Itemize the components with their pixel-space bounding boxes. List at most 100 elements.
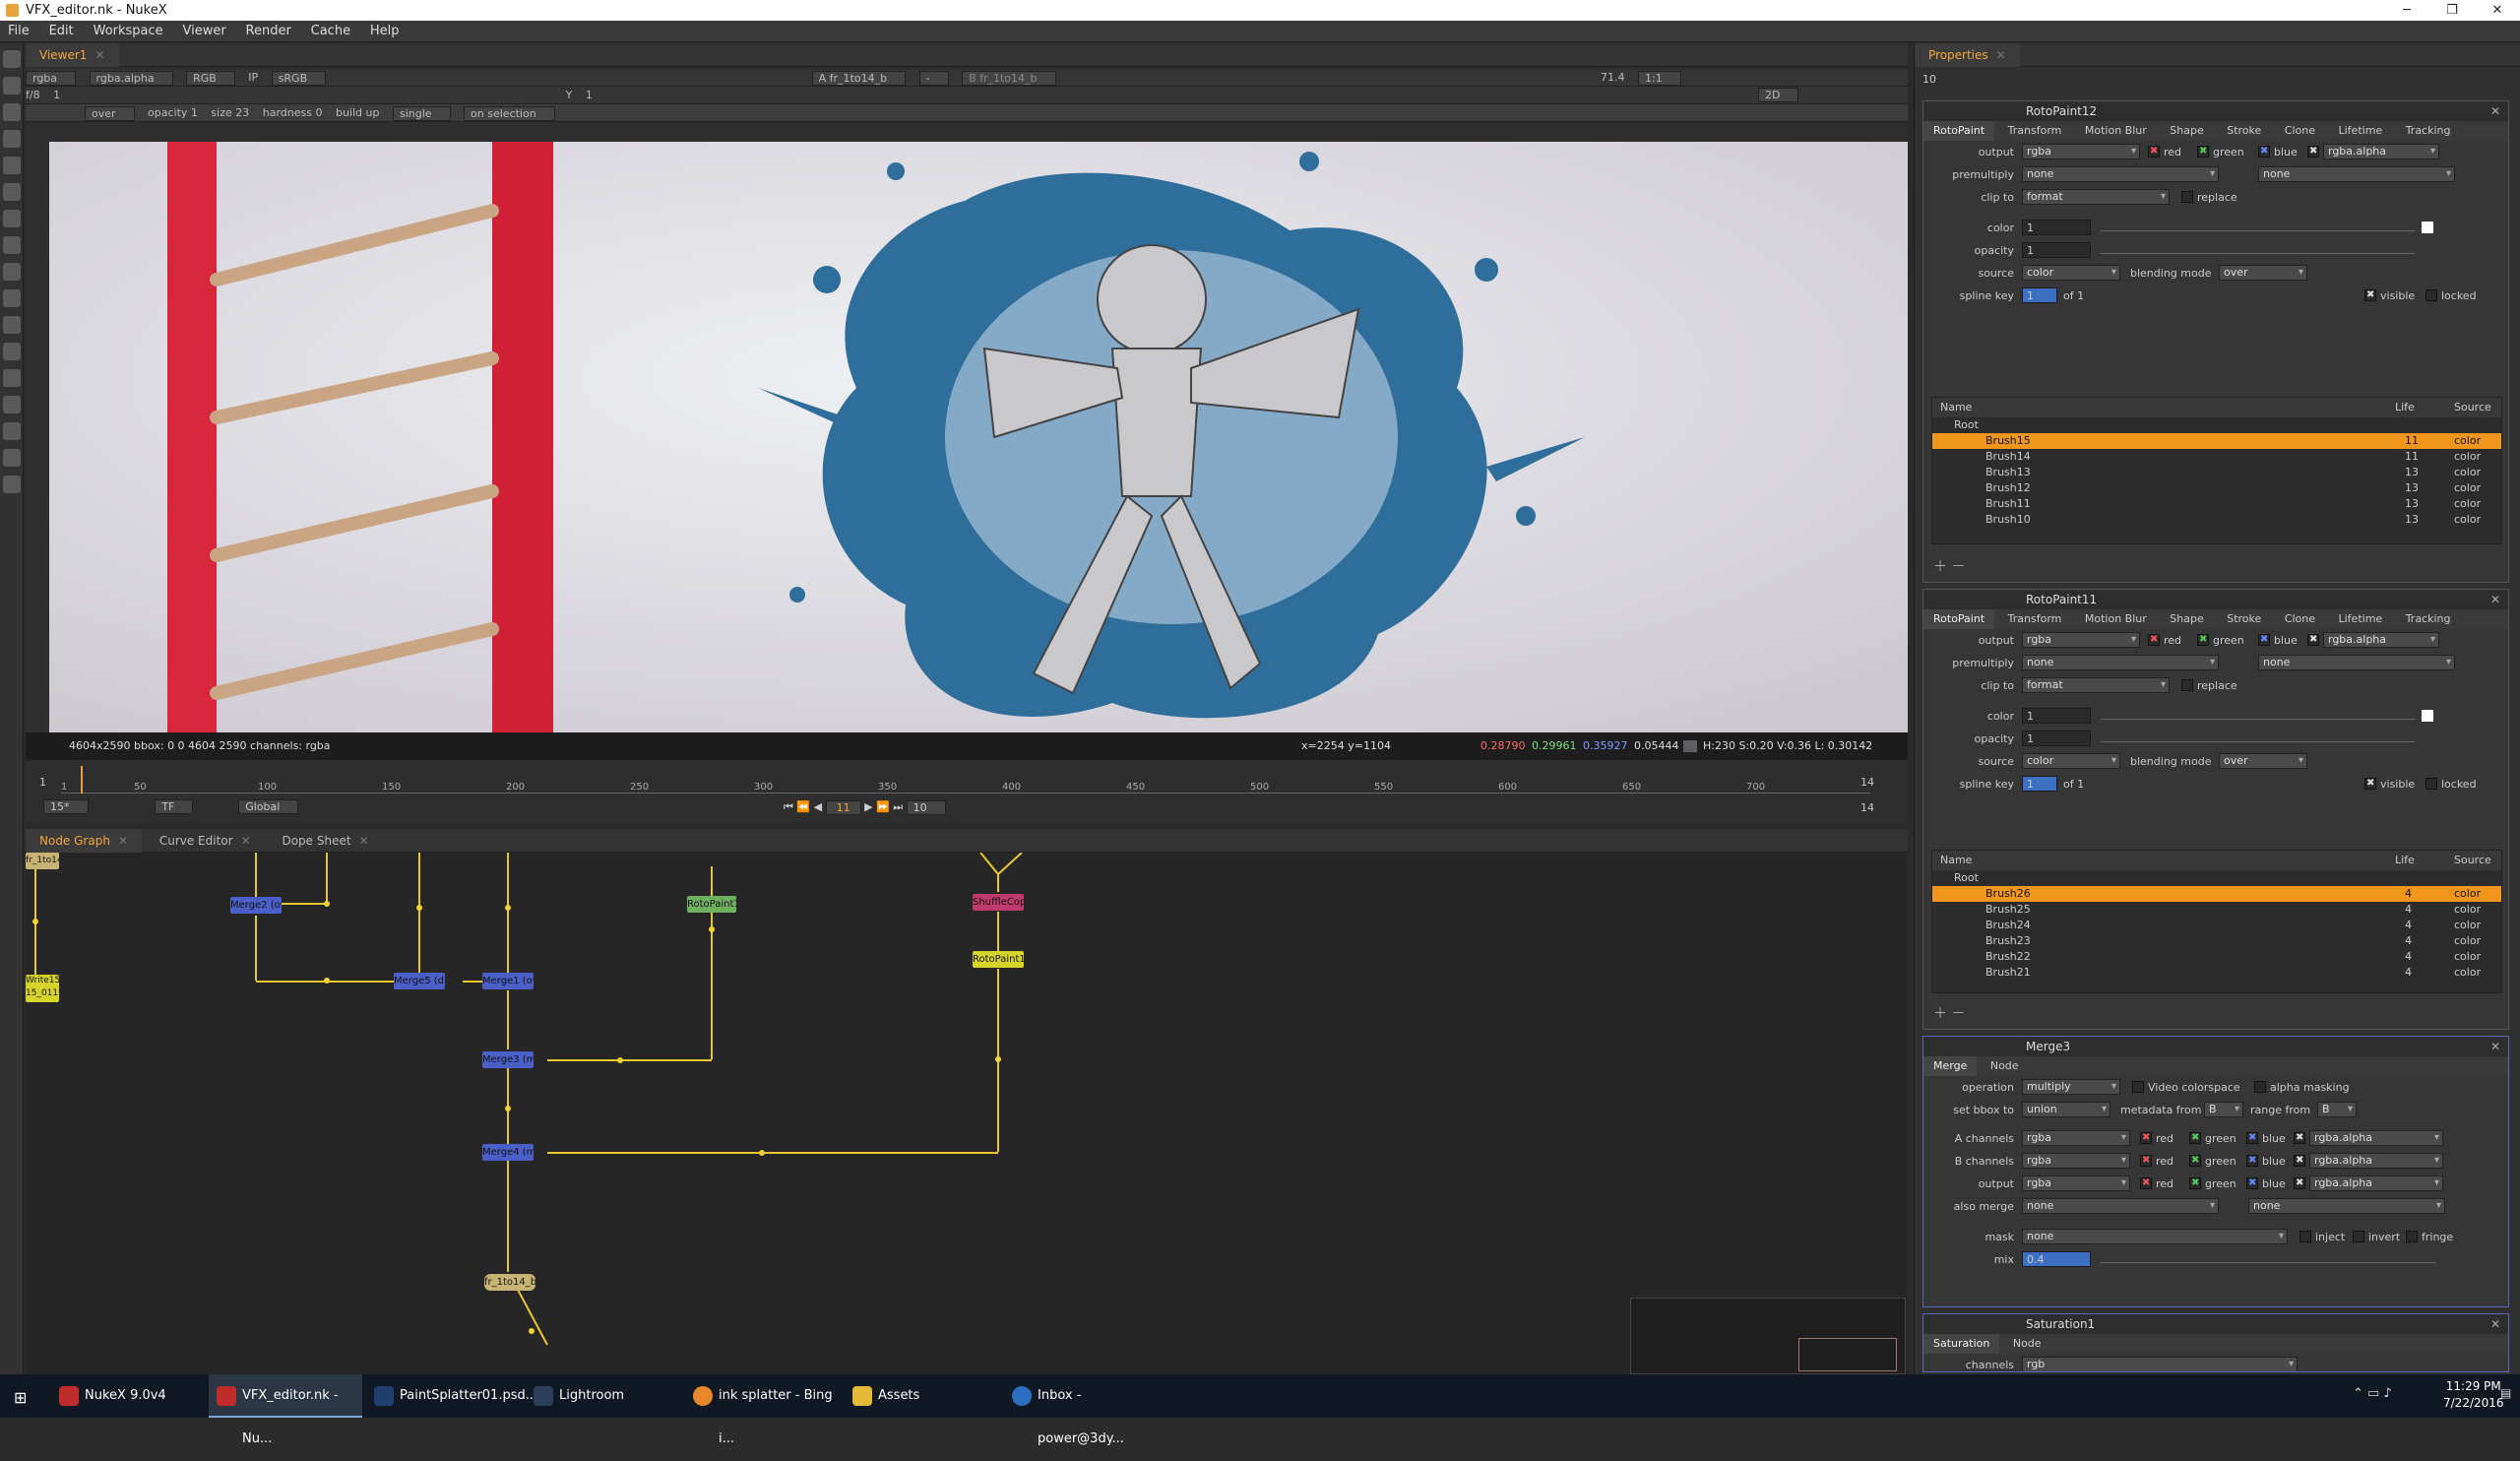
red-checkbox[interactable] — [2140, 1132, 2152, 1144]
red-checkbox[interactable] — [2148, 146, 2160, 158]
timeline-ruler[interactable]: 1 50 100 150 200 250 300 350 400 450 500… — [61, 766, 1870, 794]
replace-checkbox[interactable] — [2181, 191, 2193, 203]
red-checkbox[interactable] — [2148, 634, 2160, 646]
channel-nodes-icon[interactable] — [3, 130, 21, 148]
furnace-nodes-icon[interactable] — [3, 476, 21, 493]
goto-end-icon[interactable]: ⏭ — [893, 800, 903, 813]
alpha-checkbox[interactable] — [2294, 1177, 2305, 1189]
tf-dropdown[interactable]: TF — [155, 799, 194, 814]
table-row[interactable]: Brush21 4 color — [1932, 965, 2501, 981]
3d-nodes-icon[interactable] — [3, 289, 21, 307]
network-icon[interactable]: ▭ — [2367, 1386, 2379, 1401]
paint-hardness-field[interactable]: hardness 0 — [263, 106, 323, 119]
display-dropdown[interactable]: RGB — [186, 71, 235, 86]
merge2-node[interactable]: Merge2 (over) — [230, 897, 282, 914]
source-dropdown[interactable]: color — [2022, 265, 2120, 281]
max-panels-field[interactable]: 10 — [1922, 73, 1936, 86]
tab-rotopaint[interactable]: RotoPaint — [1923, 609, 1995, 629]
alpha-checkbox[interactable] — [2294, 1132, 2305, 1144]
panel-name[interactable]: RotoPaint11 — [2026, 593, 2097, 606]
merge5-node[interactable]: Merge5 (disjoint-o — [394, 973, 445, 989]
notifications-icon[interactable]: ▤ — [2500, 1386, 2511, 1400]
clock[interactable]: 11:29 PM 7/22/2016 — [2443, 1378, 2504, 1412]
table-row[interactable]: Brush15 11 color — [1932, 433, 2501, 449]
blue-checkbox[interactable] — [2246, 1177, 2258, 1189]
color-field[interactable]: 1 — [2022, 220, 2091, 235]
premultiply-dropdown[interactable]: none — [2022, 655, 2219, 670]
color-nodes-icon[interactable] — [3, 157, 21, 174]
draw-nodes-icon[interactable] — [3, 77, 21, 95]
add-curve-icon[interactable]: ＋ — [1933, 559, 1947, 575]
premultiply-alpha-dropdown[interactable]: none — [2258, 166, 2455, 182]
alpha-checkbox[interactable] — [2294, 1155, 2305, 1167]
green-checkbox[interactable] — [2197, 146, 2209, 158]
opacity-slider[interactable] — [2101, 247, 2416, 254]
spline-key-field[interactable]: 1 — [2022, 287, 2057, 303]
paint-opacity-field[interactable]: opacity 1 — [148, 106, 198, 119]
menu-file[interactable]: File — [0, 21, 37, 42]
minimap-viewport[interactable] — [1798, 1338, 1897, 1371]
paint-blend-dropdown[interactable]: over — [85, 106, 135, 121]
add-curve-icon[interactable]: ＋ — [1933, 1006, 1947, 1022]
gamma-field[interactable]: 1 — [586, 89, 593, 101]
output-dropdown[interactable]: rgba — [2022, 632, 2140, 648]
paint-onselection-dropdown[interactable]: on selection — [464, 106, 555, 121]
tab-merge[interactable]: Merge — [1923, 1056, 1978, 1076]
tab-transform[interactable]: Transform — [1998, 609, 2072, 629]
current-frame-field[interactable]: 11 — [825, 800, 861, 815]
table-row[interactable]: Brush12 13 color — [1932, 480, 2501, 496]
taskbar-item-lightroom[interactable]: Lightroom — [526, 1374, 683, 1418]
panel-close-icon[interactable]: ✕ — [2490, 1037, 2500, 1056]
premultiply-dropdown[interactable]: none — [2022, 166, 2219, 182]
fps-dropdown[interactable]: 15* — [43, 799, 89, 814]
clipto-dropdown[interactable]: format — [2022, 677, 2170, 693]
table-row[interactable]: Brush26 4 color — [1932, 886, 2501, 902]
timeline-start[interactable]: 1 — [39, 776, 46, 789]
menu-workspace[interactable]: Workspace — [86, 21, 171, 42]
view-mode-dropdown[interactable]: 2D — [1758, 88, 1799, 102]
blending-mode-dropdown[interactable]: over — [2219, 753, 2307, 769]
red-checkbox[interactable] — [2140, 1177, 2152, 1189]
close-tab-icon[interactable]: ✕ — [359, 834, 369, 848]
locked-checkbox[interactable] — [2426, 778, 2437, 790]
paint-size-field[interactable]: size 23 — [211, 106, 249, 119]
channels-dropdown[interactable]: rgb — [2022, 1357, 2298, 1371]
timeline-end[interactable]: 14 — [1860, 776, 1874, 789]
tab-shape[interactable]: Shape — [2160, 121, 2213, 141]
ip-label[interactable]: IP — [248, 71, 258, 84]
views-nodes-icon[interactable] — [3, 369, 21, 387]
replace-checkbox[interactable] — [2181, 679, 2193, 691]
goto-start-icon[interactable]: ⏮ — [784, 800, 793, 813]
tab-transform[interactable]: Transform — [1998, 121, 2072, 141]
tab-saturation[interactable]: Saturation — [1923, 1334, 2000, 1354]
tab-node[interactable]: Node — [1981, 1056, 2029, 1076]
green-checkbox[interactable] — [2197, 634, 2209, 646]
compare-op-dropdown[interactable]: - — [918, 71, 949, 86]
a-alpha-dropdown[interactable]: rgba.alpha — [2309, 1130, 2443, 1146]
tab-motion-blur[interactable]: Motion Blur — [2075, 121, 2157, 141]
prev-keyframe-icon[interactable]: ⏪ — [796, 800, 810, 813]
frame-field[interactable]: 1 — [53, 89, 60, 101]
menu-render[interactable]: Render — [238, 21, 299, 42]
mix-slider[interactable] — [2101, 1256, 2435, 1263]
next-keyframe-icon[interactable]: ⏩ — [876, 800, 890, 813]
merge3-node[interactable]: Merge3 (multip — [482, 1051, 534, 1068]
close-tab-icon[interactable]: ✕ — [1996, 48, 2006, 62]
output-dropdown[interactable]: rgba — [2022, 144, 2140, 159]
windows-start-icon[interactable]: ⊞ — [14, 1388, 27, 1407]
rotopaint12-curves-table[interactable]: Name Life Source Root Brush15 11 color Bru… — [1931, 397, 2502, 544]
paint-buildup-toggle[interactable]: build up — [336, 106, 380, 119]
red-checkbox[interactable] — [2140, 1155, 2152, 1167]
play-backward-icon[interactable]: ◀ — [814, 800, 822, 813]
volume-icon[interactable]: ♪ — [2383, 1386, 2391, 1401]
menu-help[interactable]: Help — [362, 21, 408, 42]
merge1-node[interactable]: Merge1 (over) — [482, 973, 534, 989]
taskbar-item-vfx-editor[interactable]: VFX_editor.nk - Nu... — [209, 1374, 362, 1446]
remove-curve-icon[interactable]: － — [1951, 559, 1965, 575]
output-alpha-dropdown[interactable]: rgba.alpha — [2323, 144, 2439, 159]
b-alpha-dropdown[interactable]: rgba.alpha — [2309, 1153, 2443, 1169]
node-graph-canvas[interactable]: fr_1to14_a Write15 15_011.jpg Merge2 (ov… — [26, 853, 1908, 1374]
premultiply-alpha-dropdown[interactable]: none — [2258, 655, 2455, 670]
tab-clone[interactable]: Clone — [2275, 121, 2325, 141]
tab-lifetime[interactable]: Lifetime — [2329, 121, 2393, 141]
